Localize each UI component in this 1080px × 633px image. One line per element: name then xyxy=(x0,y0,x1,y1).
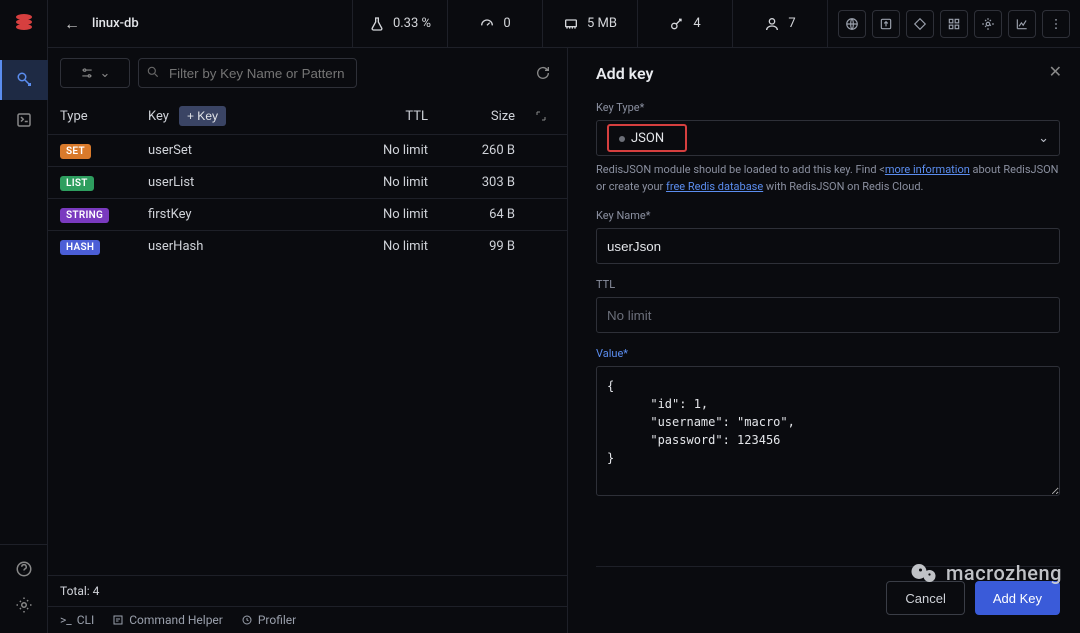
command-bar: >_ CLI Command Helper Profiler xyxy=(48,606,567,633)
key-browser-panel: ⌄ Type Key + K xyxy=(48,48,568,633)
nav-settings[interactable] xyxy=(0,587,48,623)
tool-more-icon[interactable] xyxy=(1042,10,1070,38)
tool-gear-icon[interactable] xyxy=(974,10,1002,38)
table-row[interactable]: LIST userListNo limit303 B xyxy=(48,166,567,198)
type-badge: LIST xyxy=(60,176,94,191)
type-badge: SET xyxy=(60,144,91,159)
submit-button[interactable]: Add Key xyxy=(975,581,1060,615)
main-area: ← linux-db 0.33 % 0 xyxy=(48,0,1080,633)
nav-help[interactable] xyxy=(0,551,48,587)
chevron-down-icon: ⌄ xyxy=(1038,131,1049,146)
value-label: Value* xyxy=(596,347,1060,360)
flask-icon xyxy=(369,16,385,32)
table-row[interactable]: STRING firstKeyNo limit64 B xyxy=(48,198,567,230)
key-name-cell: firstKey xyxy=(148,207,318,222)
size-cell: 99 B xyxy=(428,239,535,254)
stat-memory: 5 MB xyxy=(543,0,638,47)
gauge-icon xyxy=(479,16,495,32)
type-badge: STRING xyxy=(60,208,109,223)
more-info-link[interactable]: more information xyxy=(885,163,970,176)
key-type-label: Key Type* xyxy=(596,101,1060,114)
ttl-cell: No limit xyxy=(318,239,428,254)
ttl-cell: No limit xyxy=(318,207,428,222)
ttl-cell: No limit xyxy=(318,175,428,190)
toolbar-icons xyxy=(828,0,1080,47)
col-ttl: TTL xyxy=(318,109,428,124)
ttl-label: TTL xyxy=(596,278,1060,291)
command-helper-button[interactable]: Command Helper xyxy=(112,613,223,627)
col-size: Size xyxy=(428,109,535,124)
type-badge: HASH xyxy=(60,240,100,255)
size-cell: 64 B xyxy=(428,207,535,222)
stat-cpu: 0.33 % xyxy=(353,0,448,47)
col-key: Key xyxy=(148,109,169,124)
value-textarea[interactable] xyxy=(596,366,1060,496)
size-cell: 303 B xyxy=(428,175,535,190)
col-type: Type xyxy=(60,109,148,124)
expand-icon[interactable] xyxy=(535,110,555,122)
close-icon[interactable]: ✕ xyxy=(1049,62,1062,81)
memory-icon xyxy=(563,16,579,32)
filter-input[interactable] xyxy=(138,58,357,88)
filter-type-dropdown[interactable]: ⌄ xyxy=(60,58,130,88)
back-arrow-icon[interactable]: ← xyxy=(64,14,80,34)
table-header: Type Key + Key TTL Size xyxy=(48,98,567,134)
redis-logo-icon xyxy=(10,8,38,36)
tool-upload-icon[interactable] xyxy=(872,10,900,38)
db-name: linux-db xyxy=(92,16,139,31)
nav-workbench[interactable] xyxy=(0,100,48,140)
stat-network: 0 xyxy=(448,0,543,47)
tool-chart-icon[interactable] xyxy=(1008,10,1036,38)
chevron-down-icon: ⌄ xyxy=(100,66,111,81)
ttl-input[interactable] xyxy=(596,297,1060,333)
key-icon xyxy=(669,16,685,32)
size-cell: 260 B xyxy=(428,143,535,158)
refresh-icon[interactable] xyxy=(531,65,555,81)
key-type-info: RedisJSON module should be loaded to add… xyxy=(596,162,1060,195)
left-sidebar xyxy=(0,0,48,633)
tool-globe-icon[interactable] xyxy=(838,10,866,38)
ttl-cell: No limit xyxy=(318,143,428,158)
cancel-button[interactable]: Cancel xyxy=(886,581,964,615)
key-name-cell: userHash xyxy=(148,239,318,254)
total-count: Total: 4 xyxy=(48,575,567,606)
table-row[interactable]: SET userSetNo limit260 B xyxy=(48,134,567,166)
table-row[interactable]: HASH userHashNo limit99 B xyxy=(48,230,567,262)
cli-button[interactable]: >_ CLI xyxy=(60,613,94,627)
stat-users: 7 xyxy=(733,0,828,47)
free-db-link[interactable]: free Redis database xyxy=(666,180,763,193)
key-name-cell: userList xyxy=(148,175,318,190)
key-name-cell: userSet xyxy=(148,143,318,158)
tool-diamond-icon[interactable] xyxy=(906,10,934,38)
key-type-select[interactable]: JSON ⌄ xyxy=(596,120,1060,156)
profiler-button[interactable]: Profiler xyxy=(241,613,296,627)
tool-grid-icon[interactable] xyxy=(940,10,968,38)
key-name-label: Key Name* xyxy=(596,209,1060,222)
stat-keys: 4 xyxy=(638,0,733,47)
key-name-input[interactable] xyxy=(596,228,1060,264)
user-icon xyxy=(764,16,780,32)
add-key-button[interactable]: + Key xyxy=(179,106,226,126)
nav-key-browser[interactable] xyxy=(0,60,48,100)
add-key-panel: ✕ Add key Key Type* JSON ⌄ RedisJSON mod… xyxy=(568,48,1080,633)
top-bar: ← linux-db 0.33 % 0 xyxy=(48,0,1080,48)
panel-title: Add key xyxy=(596,64,1060,83)
